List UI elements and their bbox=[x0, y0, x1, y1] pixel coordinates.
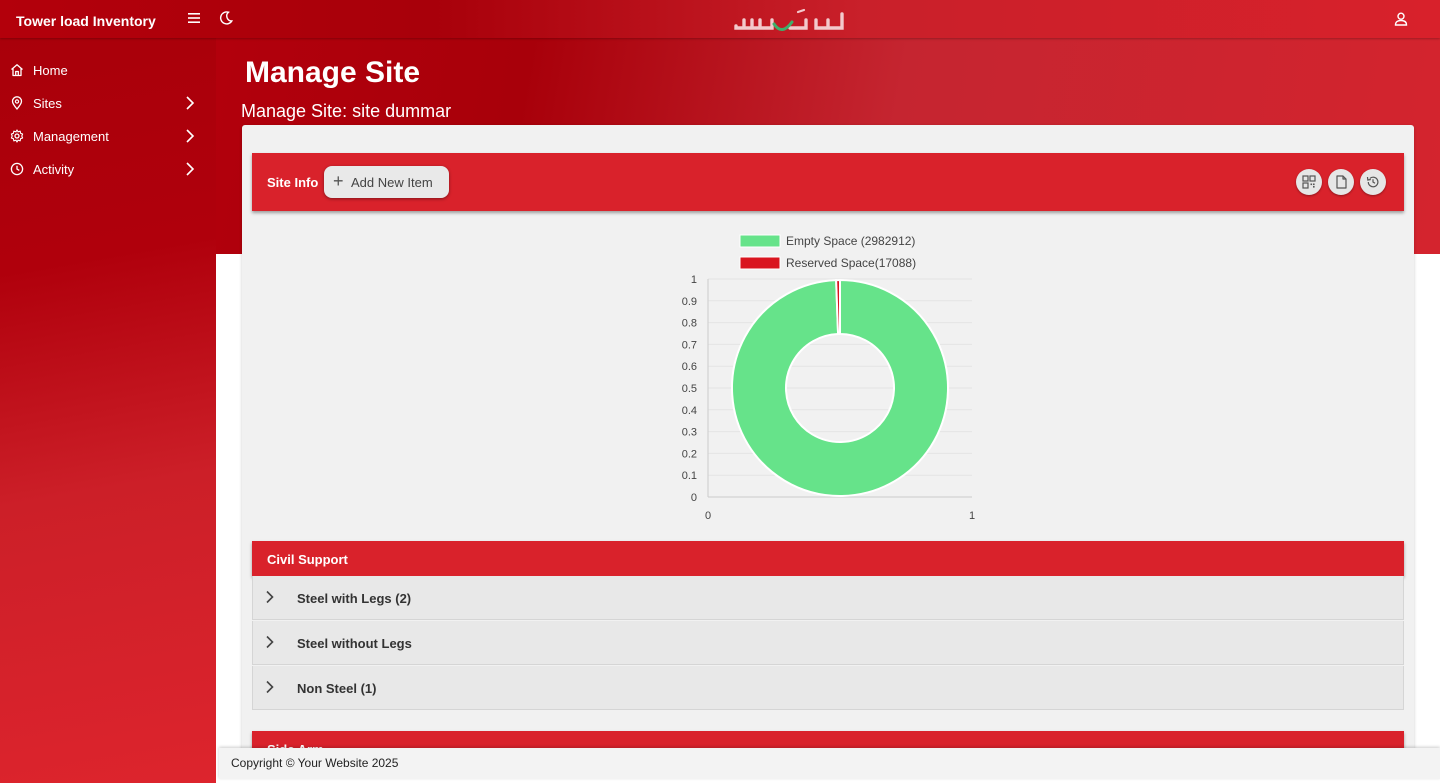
sidebar-item-label: Home bbox=[33, 63, 68, 78]
legend-label: Empty Space (2982912) bbox=[786, 234, 915, 248]
sidebar-item-label: Activity bbox=[33, 162, 75, 177]
sidebar-item-label: Management bbox=[33, 129, 109, 144]
y-tick-label: 0.8 bbox=[682, 318, 697, 330]
copyright-text: Copyright © Your Website 2025 bbox=[231, 756, 399, 770]
chevron-right-icon bbox=[186, 96, 195, 110]
add-new-item-button[interactable]: + Add New Item bbox=[324, 166, 449, 198]
accordion-item-non-steel[interactable]: Non Steel (1) bbox=[252, 666, 1404, 710]
space-donut-chart: Empty Space (2982912) Reserved Space(1708… bbox=[682, 234, 975, 522]
y-tick-label: 0.7 bbox=[682, 339, 697, 351]
accordion-label: Steel without Legs bbox=[297, 636, 412, 651]
sidebar-item-home[interactable]: Home bbox=[0, 55, 216, 85]
clock-icon bbox=[10, 162, 24, 176]
civil-support-title: Civil Support bbox=[267, 552, 348, 567]
y-tick-label: 0.4 bbox=[682, 405, 697, 417]
legend-label: Reserved Space(17088) bbox=[786, 256, 916, 270]
history-button[interactable] bbox=[1360, 169, 1386, 195]
y-tick-label: 0.9 bbox=[682, 296, 697, 308]
x-tick-label: 1 bbox=[969, 510, 975, 522]
y-tick-label: 0 bbox=[691, 492, 697, 504]
chevron-right-icon bbox=[186, 129, 195, 143]
gear-icon bbox=[10, 129, 24, 143]
legend-swatch bbox=[739, 234, 781, 248]
qr-code-icon bbox=[1302, 175, 1316, 189]
legend-swatch bbox=[739, 256, 781, 270]
sidebar: Home Sites Management Activity bbox=[0, 38, 216, 783]
sidebar-item-management[interactable]: Management bbox=[0, 121, 216, 151]
document-button[interactable] bbox=[1328, 169, 1354, 195]
y-tick-label: 1 bbox=[691, 274, 697, 286]
sidebar-item-label: Sites bbox=[33, 96, 62, 111]
page-subtitle: Manage Site: site dummar bbox=[241, 101, 452, 121]
plus-icon: + bbox=[333, 171, 344, 191]
site-info-title: Site Info bbox=[267, 175, 319, 190]
moon-icon[interactable] bbox=[218, 10, 234, 26]
y-tick-label: 0.3 bbox=[682, 427, 697, 439]
civil-support-header: Civil Support bbox=[252, 541, 1404, 576]
chevron-right-icon bbox=[186, 162, 195, 176]
y-tick-label: 0.6 bbox=[682, 361, 697, 373]
chevron-right-icon bbox=[266, 590, 274, 604]
page-title: Manage Site bbox=[245, 56, 421, 89]
history-icon bbox=[1366, 176, 1379, 188]
y-tick-label: 0.5 bbox=[682, 383, 697, 395]
top-navbar: Tower load Inventory bbox=[0, 0, 1440, 38]
home-icon bbox=[11, 64, 23, 77]
menu-icon[interactable] bbox=[186, 10, 202, 26]
accordion-label: Non Steel (1) bbox=[297, 681, 377, 696]
document-icon bbox=[1336, 175, 1347, 189]
chevron-right-icon bbox=[266, 635, 274, 649]
site-info-header: Site Info + Add New Item bbox=[252, 153, 1404, 211]
y-tick-label: 0.2 bbox=[682, 448, 697, 460]
sidebar-item-sites[interactable]: Sites bbox=[0, 88, 216, 118]
chevron-right-icon bbox=[266, 680, 274, 694]
qr-code-button[interactable] bbox=[1296, 169, 1322, 195]
y-tick-label: 0.1 bbox=[682, 470, 697, 482]
accordion-item-steel-with-legs[interactable]: Steel with Legs (2) bbox=[252, 576, 1404, 620]
accordion-label: Steel with Legs (2) bbox=[297, 591, 412, 606]
company-logo bbox=[734, 8, 844, 31]
x-tick-label: 0 bbox=[705, 510, 711, 522]
site-card: Site Info + Add New Item Empty Space (29… bbox=[242, 125, 1414, 765]
footer: Copyright © Your Website 2025 bbox=[219, 748, 1440, 779]
add-new-item-label: Add New Item bbox=[351, 175, 433, 190]
accordion-item-steel-without-legs[interactable]: Steel without Legs bbox=[252, 621, 1404, 665]
map-pin-icon bbox=[11, 96, 23, 110]
user-icon[interactable] bbox=[1393, 11, 1409, 27]
app-title[interactable]: Tower load Inventory bbox=[16, 13, 156, 29]
sidebar-item-activity[interactable]: Activity bbox=[0, 154, 216, 184]
